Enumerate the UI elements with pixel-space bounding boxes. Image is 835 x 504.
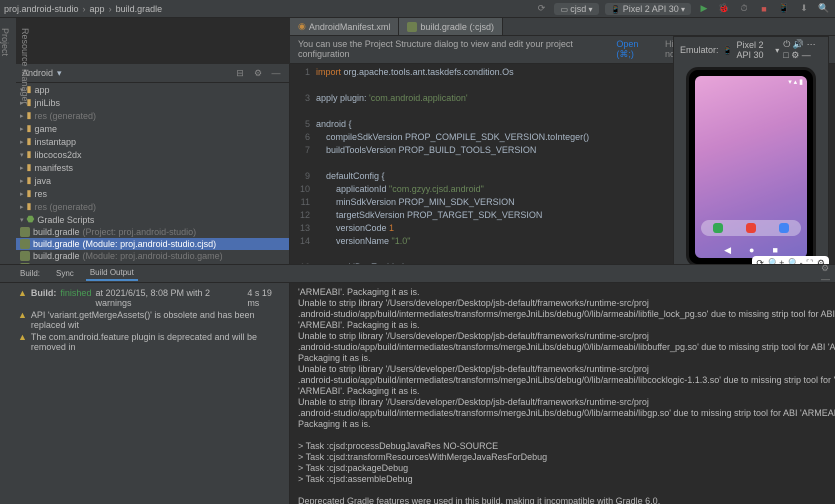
device-screen[interactable]: ▾ ▴ ▮ ◀●■ <box>695 76 807 258</box>
run-icon[interactable]: ▶ <box>697 2 711 16</box>
editor-tabs: ◉AndroidManifest.xml build.gradle (:cjsd… <box>290 18 835 36</box>
avd-icon[interactable]: 📱 <box>777 2 791 16</box>
project-tree[interactable]: ▾▮app ▸▮jniLibs ▸▮res (generated) ▸▮game… <box>16 83 289 294</box>
crumb[interactable]: app <box>90 4 105 14</box>
sync-icon[interactable]: ⟳ <box>534 2 548 16</box>
line-gutter: 1 3 567 91011121314 16 18 20 <box>290 66 316 294</box>
stop-icon[interactable]: ■ <box>757 2 771 16</box>
settings-icon[interactable]: ⚙ <box>251 66 265 80</box>
breadcrumb: proj.android-studio› app› build.gradle <box>4 4 162 14</box>
tab-manifest[interactable]: ◉AndroidManifest.xml <box>290 18 399 35</box>
device-frame: ▾ ▴ ▮ ◀●■ <box>686 67 816 267</box>
emulator-device-combo[interactable]: Pixel 2 API 30 <box>736 40 771 60</box>
crumb[interactable]: build.gradle <box>116 4 163 14</box>
code-body[interactable]: import org.apache.tools.ant.taskdefs.con… <box>316 66 597 294</box>
debug-icon[interactable]: 🐞 <box>717 2 731 16</box>
panel-settings-icon[interactable]: ⚙ — <box>821 267 835 281</box>
build-console[interactable]: 'ARMEABI'. Packaging it as is. Unable to… <box>290 283 835 504</box>
build-tree[interactable]: ▲Build: finished at 2021/6/15, 8:08 PM w… <box>0 283 290 504</box>
emulator-panel: Emulator: 📱 Pixel 2 API 30 ▾ ⏻ 🔊 ⋯ □ ⚙ —… <box>673 36 829 276</box>
run-config-combo[interactable]: ▭ cjsd ▾ <box>554 3 598 15</box>
build-tab-label[interactable]: Build: <box>16 267 44 280</box>
emulator-title: Emulator: <box>680 45 719 55</box>
phone-app-icon[interactable] <box>713 223 723 233</box>
device-combo[interactable]: 📱 Pixel 2 API 30 ▾ <box>605 3 691 15</box>
title-bar: proj.android-studio› app› build.gradle ⟳… <box>0 0 835 18</box>
collapse-icon[interactable]: ⊟ <box>233 66 247 80</box>
gradle-icon <box>407 22 417 32</box>
banner-open-link[interactable]: Open (⌘;) <box>616 39 657 60</box>
sdk-icon[interactable]: ⬇ <box>797 2 811 16</box>
messages-app-icon[interactable] <box>746 223 756 233</box>
hide-icon[interactable]: — <box>269 66 283 80</box>
build-panel: Build: Sync Build Output ⚙ — ▲Build: fin… <box>0 264 835 504</box>
build-output-tab[interactable]: Build Output <box>86 266 138 281</box>
banner-text: You can use the Project Structure dialog… <box>298 39 616 60</box>
chrome-app-icon[interactable] <box>779 223 789 233</box>
device-dock[interactable] <box>701 220 801 236</box>
sync-tab[interactable]: Sync <box>52 267 78 280</box>
tab-build-gradle[interactable]: build.gradle (:cjsd) <box>399 18 503 35</box>
device-navbar[interactable]: ◀●■ <box>695 245 807 256</box>
device-statusbar: ▾ ▴ ▮ <box>788 78 803 86</box>
project-pane: Android ▾ ⊟ ⚙ — ▾▮app ▸▮jniLibs ▸▮res (g… <box>0 64 290 294</box>
selected-gradle-file: build.gradle (Module: proj.android-studi… <box>16 238 289 250</box>
crumb[interactable]: proj.android-studio <box>4 4 79 14</box>
profile-icon[interactable]: ⏱ <box>737 2 751 16</box>
search-icon[interactable]: 🔍 <box>817 2 831 16</box>
